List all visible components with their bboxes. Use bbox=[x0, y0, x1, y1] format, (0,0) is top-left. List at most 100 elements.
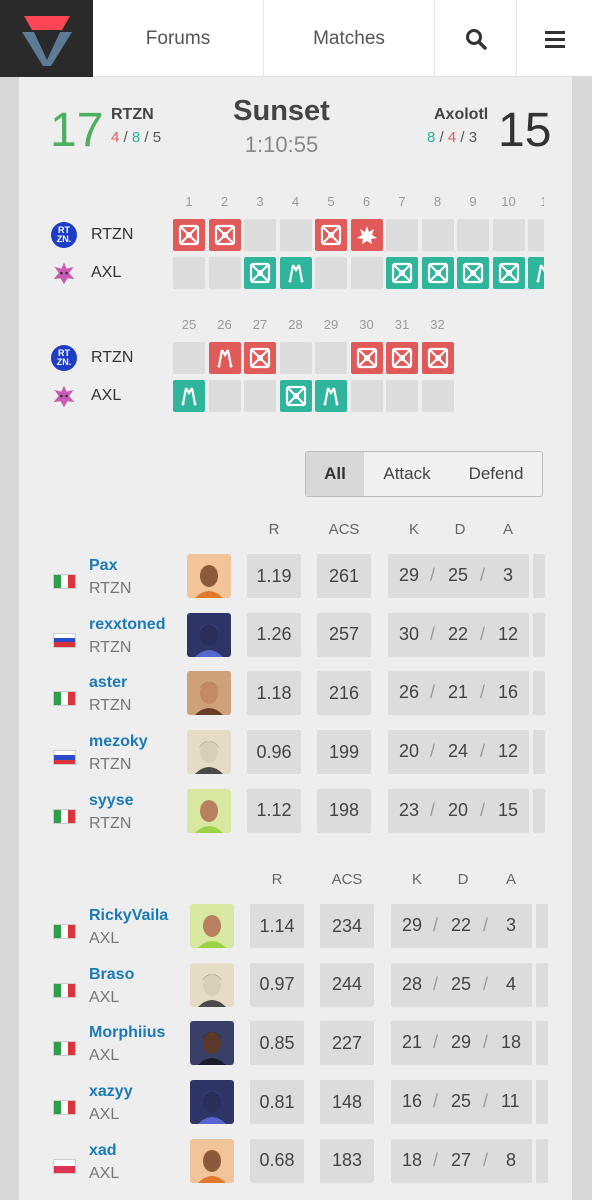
top-nav: Forums Matches bbox=[0, 0, 592, 77]
sep: / bbox=[483, 1149, 489, 1170]
player-name-link[interactable]: Braso bbox=[89, 966, 134, 984]
col-d[interactable]: D bbox=[436, 521, 484, 538]
poland-flag-icon bbox=[53, 1158, 76, 1174]
sep: / bbox=[433, 1091, 439, 1112]
col-k[interactable]: K bbox=[391, 871, 443, 888]
stat-more bbox=[533, 671, 545, 716]
round-win-cell bbox=[173, 380, 205, 412]
stat-kills: 26 bbox=[399, 682, 420, 703]
round-win-cell bbox=[350, 342, 383, 374]
player-team: RTZN bbox=[89, 756, 132, 774]
stat-assists: 12 bbox=[498, 741, 519, 762]
player-name-link[interactable]: aster bbox=[89, 674, 127, 692]
col-r[interactable]: R bbox=[247, 521, 301, 538]
stat-rating: 0.97 bbox=[250, 962, 304, 1007]
stat-more bbox=[536, 1138, 548, 1183]
col-r[interactable]: R bbox=[250, 871, 304, 888]
round-number: 1 bbox=[185, 194, 193, 209]
match-panel: 17 RTZN 4 / 8 / 5 Sunset 1:10:55 Axolotl… bbox=[19, 77, 572, 1200]
filter-all[interactable]: All bbox=[306, 452, 364, 496]
stat-rating: 0.96 bbox=[247, 730, 301, 775]
round-win-cell bbox=[279, 257, 312, 289]
nav-forums[interactable]: Forums bbox=[93, 0, 264, 77]
player-row: syyse RTZN 1.12 198 23 / 20 / 15 bbox=[19, 788, 572, 847]
player-name-link[interactable]: Pax bbox=[89, 557, 117, 575]
round-empty-cell bbox=[350, 257, 383, 289]
col-acs[interactable]: ACS bbox=[317, 521, 371, 538]
elimination-icon bbox=[249, 347, 271, 369]
stat-acs: 198 bbox=[317, 788, 371, 833]
stat-rating: 1.12 bbox=[247, 788, 301, 833]
player-team: AXL bbox=[89, 1164, 120, 1182]
team1-short-name: RTZN bbox=[91, 349, 134, 366]
agent-sova-icon bbox=[187, 671, 231, 716]
round-history-block-2: 25 26 27 28 29 30 31 32 RT ZN. RTZN AXL bbox=[19, 317, 544, 417]
player-name-link[interactable]: RickyVaila bbox=[89, 907, 168, 925]
player-name-link[interactable]: xad bbox=[89, 1142, 117, 1160]
col-d[interactable]: D bbox=[439, 871, 487, 888]
player-name-link[interactable]: syyse bbox=[89, 792, 134, 810]
col-k[interactable]: K bbox=[388, 521, 440, 538]
stat-assists: 12 bbox=[498, 623, 519, 644]
sep: / bbox=[430, 799, 436, 820]
agent-killjoy-icon bbox=[187, 788, 231, 833]
round-empty-cell bbox=[350, 380, 383, 412]
stat-assists: 16 bbox=[498, 682, 519, 703]
player-name-link[interactable]: rexxtoned bbox=[89, 616, 165, 634]
elimination-icon bbox=[178, 224, 200, 246]
filter-attack[interactable]: Attack bbox=[364, 452, 450, 496]
player-row: xazyy AXL 0.81 148 16 / 25 / 11 bbox=[19, 1080, 572, 1138]
col-acs[interactable]: ACS bbox=[320, 871, 374, 888]
round-empty-cell bbox=[315, 257, 347, 289]
sep: / bbox=[480, 682, 486, 703]
round-win-cell bbox=[492, 257, 525, 289]
round-empty-cell bbox=[244, 380, 276, 412]
site-logo[interactable] bbox=[0, 0, 93, 77]
round-empty-cell bbox=[173, 257, 205, 289]
stat-more bbox=[536, 962, 548, 1007]
player-row: mezoky RTZN 0.96 199 20 / 24 / 12 bbox=[19, 730, 572, 788]
round-empty-cell bbox=[386, 380, 418, 412]
player-team: RTZN bbox=[89, 638, 132, 656]
team1-short-name: RTZN bbox=[91, 226, 134, 243]
round-empty-cell bbox=[315, 342, 347, 374]
search-button[interactable] bbox=[435, 0, 517, 77]
stat-kills: 20 bbox=[399, 741, 420, 762]
elimination-icon bbox=[391, 262, 413, 284]
sep: / bbox=[430, 623, 436, 644]
player-name-link[interactable]: mezoky bbox=[89, 733, 148, 751]
round-history-block-1: 1 2 3 4 5 6 7 8 9 10 1 RT ZN. RTZN AXL bbox=[19, 194, 544, 294]
col-a[interactable]: A bbox=[487, 871, 535, 888]
sep: / bbox=[430, 565, 436, 585]
team2-t-score: 4 bbox=[447, 129, 457, 146]
elimination-icon bbox=[391, 347, 413, 369]
team2-ct-score: 8 bbox=[427, 129, 436, 146]
stat-assists: 8 bbox=[506, 1149, 517, 1170]
sep: / bbox=[430, 741, 436, 762]
player-name-link[interactable]: Morphiius bbox=[89, 1024, 165, 1042]
stat-kills: 29 bbox=[402, 915, 423, 935]
stat-rating: 1.26 bbox=[247, 612, 301, 657]
col-a[interactable]: A bbox=[484, 521, 532, 538]
stat-assists: 4 bbox=[506, 973, 517, 994]
round-number: 26 bbox=[217, 317, 232, 332]
defuse-icon bbox=[217, 349, 232, 368]
stat-rating: 0.81 bbox=[250, 1080, 304, 1125]
team2-half-scores: 8 / 4 / 3 bbox=[427, 129, 477, 146]
stat-kills: 18 bbox=[402, 1149, 423, 1170]
round-empty-cell bbox=[457, 219, 489, 251]
player-name-link[interactable]: xazyy bbox=[89, 1083, 133, 1101]
team2-map-score: 15 bbox=[498, 104, 552, 157]
search-icon bbox=[465, 28, 487, 50]
sep: / bbox=[480, 565, 486, 585]
player-row: aster RTZN 1.18 216 26 / 21 / 16 bbox=[19, 671, 572, 729]
agent-cypher-icon bbox=[187, 730, 231, 775]
round-number: 30 bbox=[359, 317, 374, 332]
stat-kills: 29 bbox=[399, 565, 420, 585]
stat-kda: 18 / 27 / 8 bbox=[391, 1138, 532, 1183]
menu-button[interactable] bbox=[517, 0, 592, 77]
agent-raze-icon bbox=[187, 554, 231, 598]
filter-defend[interactable]: Defend bbox=[450, 452, 542, 496]
team2-name[interactable]: Axolotl bbox=[434, 106, 488, 124]
nav-matches[interactable]: Matches bbox=[264, 0, 435, 77]
